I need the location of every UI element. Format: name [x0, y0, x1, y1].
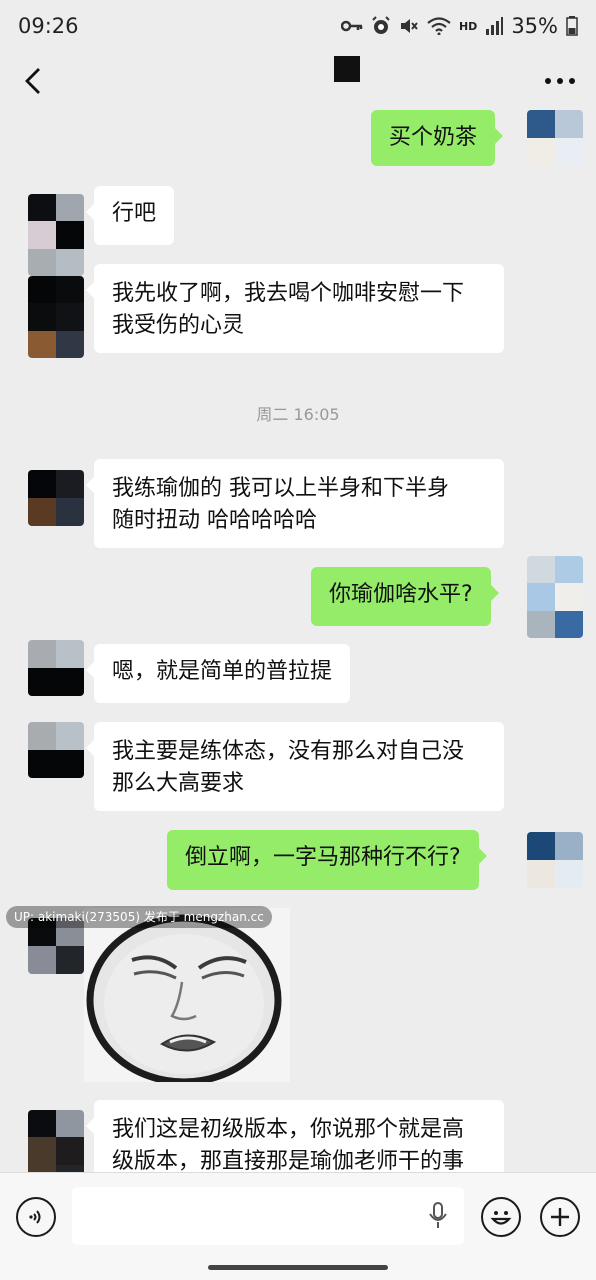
meme-face-sticker[interactable]: [84, 908, 290, 1082]
alarm-icon: [372, 16, 390, 34]
message-input[interactable]: [72, 1187, 464, 1245]
avatar-contact[interactable]: [28, 276, 84, 358]
chat-message-list[interactable]: 买个奶茶 行吧 我先收了啊，我去喝个咖啡安慰一下 我受伤的心灵 周二 16:05…: [0, 110, 596, 1172]
status-time: 09:26: [18, 14, 79, 38]
key-icon: [340, 20, 363, 32]
voice-icon[interactable]: [16, 1197, 56, 1237]
incoming-message-bubble[interactable]: 我先收了啊，我去喝个咖啡安慰一下 我受伤的心灵: [86, 264, 504, 353]
outgoing-message-bubble[interactable]: 倒立啊，一字马那种行不行?: [167, 830, 487, 890]
avatar-self[interactable]: [527, 556, 583, 638]
battery-icon: [566, 16, 578, 36]
watermark-label: UP: akimaki(273505) 发布于 mengzhan.cc: [6, 906, 272, 928]
incoming-message-bubble[interactable]: 我主要是练体态，没有那么对自己没 那么大高要求: [86, 722, 504, 811]
home-indicator[interactable]: [208, 1265, 388, 1270]
incoming-message-bubble[interactable]: 行吧: [85, 186, 175, 245]
more-icon[interactable]: [544, 77, 576, 85]
avatar-contact[interactable]: [28, 1110, 84, 1172]
status-icons: HD 35%: [340, 14, 578, 38]
outgoing-message-bubble[interactable]: 买个奶茶: [371, 110, 504, 166]
incoming-message-bubble[interactable]: 我们这是初级版本，你说那个就是高 级版本，那直接那是瑜伽老师干的事: [86, 1100, 504, 1172]
avatar-self[interactable]: [527, 110, 583, 166]
avatar-contact[interactable]: [28, 470, 84, 526]
signal-icon: [486, 17, 504, 35]
emoji-icon[interactable]: [481, 1197, 521, 1237]
microphone-icon[interactable]: [428, 1202, 448, 1230]
nav-bar: [0, 52, 596, 110]
outgoing-message-bubble[interactable]: 你瑜伽啥水平?: [311, 567, 499, 626]
meme-face-sticker-image: [84, 908, 290, 1082]
avatar-contact[interactable]: [28, 722, 84, 778]
network-label: HD: [458, 19, 478, 33]
mute-icon: [400, 19, 418, 33]
avatar-contact[interactable]: [28, 640, 84, 696]
avatar-contact[interactable]: [28, 194, 84, 276]
status-bar: 09:26 HD 35%: [0, 0, 596, 52]
chevron-left-icon[interactable]: [22, 66, 44, 96]
message-timestamp: 周二 16:05: [256, 405, 340, 424]
incoming-message-bubble[interactable]: 嗯，就是简单的普拉提: [85, 644, 351, 703]
incoming-message-bubble[interactable]: 我练瑜伽的 我可以上半身和下半身 随时扭动 哈哈哈哈哈: [86, 459, 504, 548]
plus-icon[interactable]: [540, 1197, 580, 1237]
avatar-self[interactable]: [527, 832, 583, 888]
chat-title-redacted: [334, 56, 360, 82]
battery-percent: 35%: [511, 14, 558, 38]
wifi-icon: [427, 17, 451, 35]
input-bar: [0, 1172, 596, 1280]
